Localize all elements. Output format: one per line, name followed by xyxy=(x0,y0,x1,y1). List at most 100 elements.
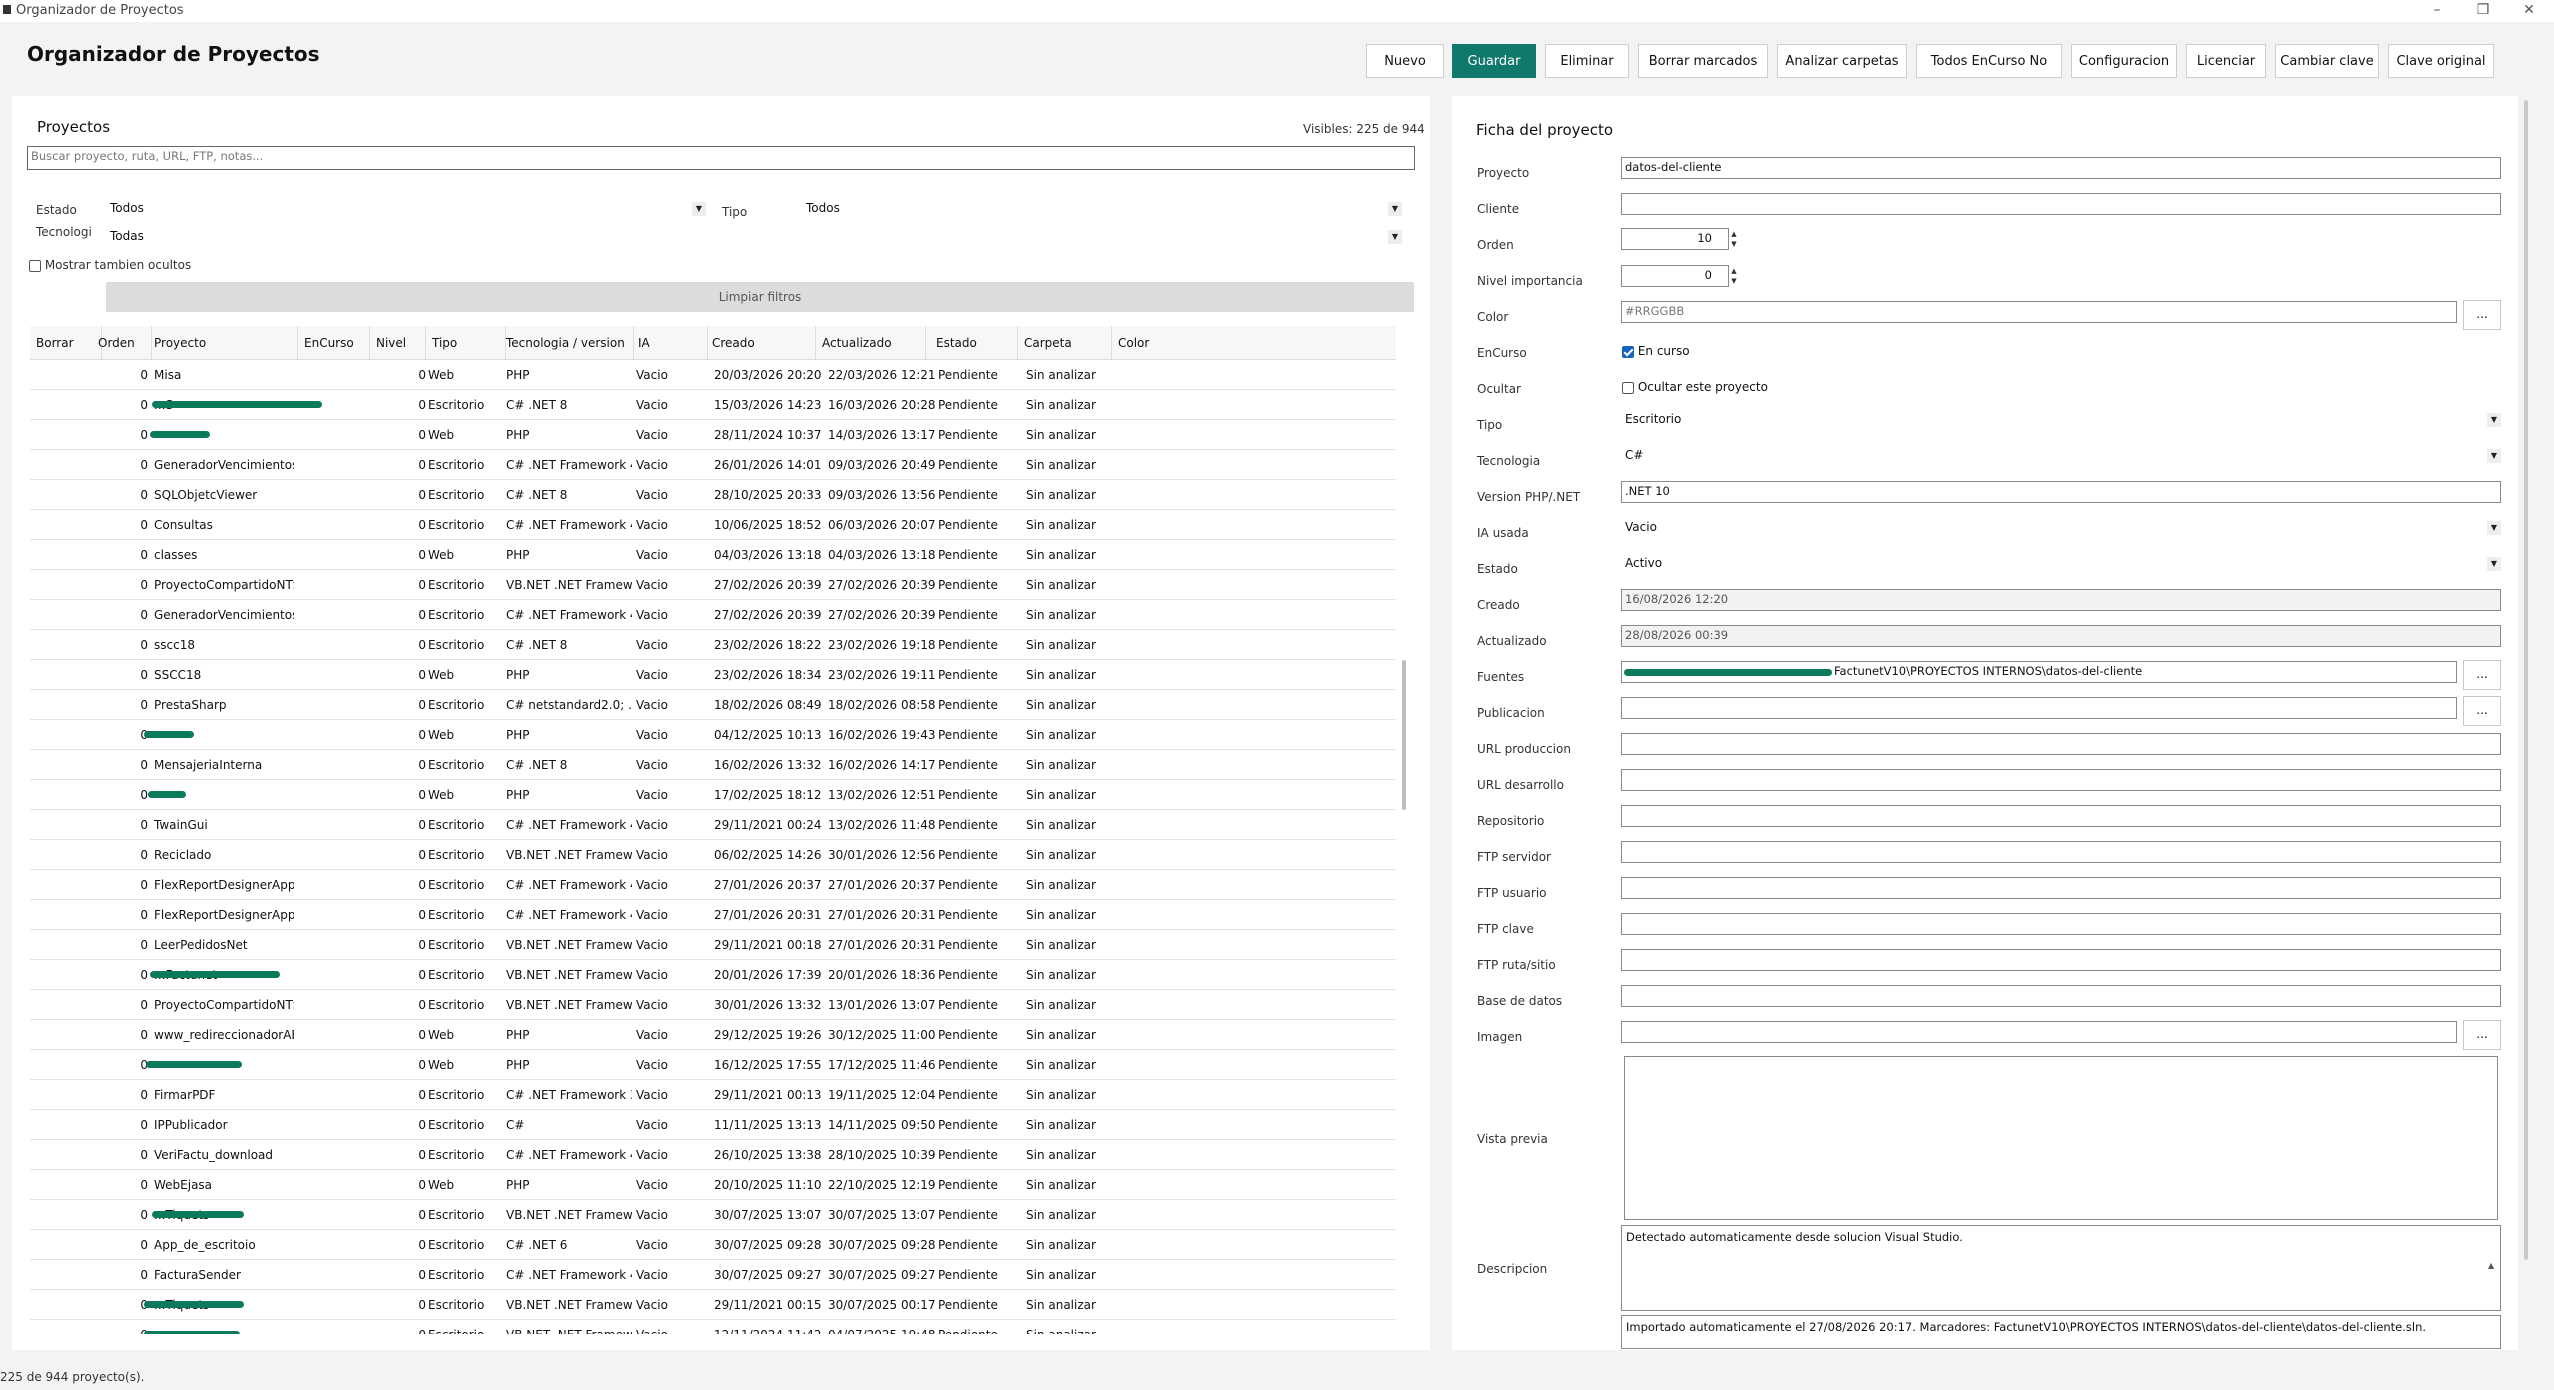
close-button[interactable]: ✕ xyxy=(2506,0,2552,22)
borrar-marcados-button[interactable]: Borrar marcados xyxy=(1638,44,1768,78)
analizar-carpetas-button[interactable]: Analizar carpetas xyxy=(1777,44,1907,78)
stepper-arrows-icon[interactable]: ▲ ▼ xyxy=(1728,229,1740,249)
table-row[interactable]: 0...Tiquets0EscritorioVB.NET .NET Framew… xyxy=(30,1290,1396,1320)
table-row[interactable]: 0 0 Web PHP Vacio 17/02/2025 18:12 13/02/2026 … xyxy=(30,780,1396,810)
table-row[interactable]: 00EscritorioVB.NET .NET Framew...Vacio12… xyxy=(30,1320,1396,1334)
table-row[interactable]: 0 classes 0 Web PHP Vacio 04/03/2026 13:18 04/0… xyxy=(30,540,1396,570)
url-produccion-field[interactable] xyxy=(1621,733,2501,755)
grid-scrollbar[interactable] xyxy=(1402,660,1406,810)
col-orden[interactable]: Orden xyxy=(92,326,152,360)
table-row[interactable]: 0 GeneradorVencimientos 0 Escritorio C# .NET… xyxy=(30,450,1396,480)
tecnologia-filter-select[interactable]: Todas ▼ xyxy=(106,226,1402,248)
publicacion-browse-button[interactable]: ... xyxy=(2463,696,2501,726)
table-row[interactable]: 0 Reciclado 0 Escritorio VB.NET .NET Framew.… xyxy=(30,840,1396,870)
col-actualizado[interactable]: Actualizado xyxy=(816,326,926,360)
cell-nivel: 0 xyxy=(418,458,426,472)
table-row[interactable]: 0 IPPublicador 0 Escritorio C# Vacio 11/11/202… xyxy=(30,1110,1396,1140)
ftp-ruta-field[interactable] xyxy=(1621,949,2501,971)
todos-encurso-no-button[interactable]: Todos EnCurso No xyxy=(1916,44,2062,78)
table-row[interactable]: 0 PrestaSharp 0 Escritorio C# netstandard2.0… xyxy=(30,690,1396,720)
descripcion-textarea[interactable]: Detectado automaticamente desde solucion… xyxy=(1621,1225,2501,1311)
table-row[interactable]: 0 LeerPedidosNet 0 Escritorio VB.NET .NET Fr… xyxy=(30,930,1396,960)
col-carpeta[interactable]: Carpeta xyxy=(1018,326,1112,360)
table-row[interactable]: 0 MensajeriaInterna 0 Escritorio C# .NET 8 Va… xyxy=(30,750,1396,780)
search-input[interactable]: Buscar proyecto, ruta, URL, FTP, notas..… xyxy=(27,146,1415,170)
col-ia[interactable]: IA xyxy=(632,326,708,360)
encurso-checkbox[interactable]: En curso xyxy=(1622,344,1690,358)
cell-creado: 15/03/2026 14:23 xyxy=(714,398,822,412)
color-field[interactable]: #RRGGBB xyxy=(1621,301,2457,323)
table-row[interactable]: 0Consultas0EscritorioC# .NET Framework 4… xyxy=(30,510,1396,540)
nivel-stepper[interactable]: 0 xyxy=(1621,265,1729,287)
guardar-button[interactable]: Guardar xyxy=(1452,44,1536,78)
cambiar-clave-button[interactable]: Cambiar clave xyxy=(2275,44,2379,78)
col-encurso[interactable]: EnCurso xyxy=(298,326,370,360)
table-row[interactable]: 0 FlexReportDesignerApp 0 Escritorio C# .NET… xyxy=(30,870,1396,900)
table-row[interactable]: 0 sscc18 0 Escritorio C# .NET 8 Vacio 23/02/20… xyxy=(30,630,1396,660)
eliminar-button[interactable]: Eliminar xyxy=(1545,44,1629,78)
textarea-scroll-icon[interactable]: ▲ xyxy=(2488,1228,2498,1304)
notas-textarea[interactable]: Importado automaticamente el 27/08/2026 … xyxy=(1621,1315,2501,1349)
table-row[interactable]: 0www_redireccionadorAEAT0WebPHPVacio29/1… xyxy=(30,1020,1396,1050)
imagen-field[interactable] xyxy=(1621,1021,2457,1043)
table-row[interactable]: 0 Misa 0 Web PHP Vacio 20/03/2026 20:20 22/03/2… xyxy=(30,360,1396,390)
ftp-usuario-field[interactable] xyxy=(1621,877,2501,899)
col-proyecto[interactable]: Proyecto xyxy=(148,326,298,360)
col-color[interactable]: Color xyxy=(1112,326,1396,360)
tipo-select[interactable]: Escritorio ▼ xyxy=(1621,409,2501,431)
licenciar-button[interactable]: Licenciar xyxy=(2186,44,2266,78)
cliente-field[interactable] xyxy=(1621,193,2501,215)
clave-original-button[interactable]: Clave original xyxy=(2388,44,2494,78)
ftp-servidor-field[interactable] xyxy=(1621,841,2501,863)
estado-select[interactable]: Activo ▼ xyxy=(1621,553,2501,575)
limpiar-filtros-button[interactable]: Limpiar filtros xyxy=(106,282,1414,312)
table-row[interactable]: 0 FacturaSender 0 Escritorio C# .NET Framewo… xyxy=(30,1260,1396,1290)
nuevo-button[interactable]: Nuevo xyxy=(1366,44,1444,78)
repositorio-field[interactable] xyxy=(1621,805,2501,827)
table-row[interactable]: 0 GeneradorVencimientos 0 Escritorio C# .NET… xyxy=(30,600,1396,630)
orden-stepper[interactable]: 10 xyxy=(1621,228,1729,250)
table-row[interactable]: 0 SSCC18 0 Web PHP Vacio 23/02/2026 18:34 23/02… xyxy=(30,660,1396,690)
fuentes-browse-button[interactable]: ... xyxy=(2463,660,2501,690)
table-row[interactable]: 0TwainGui0EscritorioC# .NET Framework 4.… xyxy=(30,810,1396,840)
ftp-servidor-label: FTP servidor xyxy=(1477,850,1551,864)
url-desarrollo-field[interactable] xyxy=(1621,769,2501,791)
color-picker-button[interactable]: ... xyxy=(2463,300,2501,330)
ocultar-checkbox[interactable]: Ocultar este proyecto xyxy=(1622,380,1768,394)
table-row[interactable]: 0FirmarPDF0EscritorioC# .NET Framework 3… xyxy=(30,1080,1396,1110)
col-estado[interactable]: Estado xyxy=(930,326,1018,360)
base-datos-field[interactable] xyxy=(1621,985,2501,1007)
ftp-clave-field[interactable] xyxy=(1621,913,2501,935)
stepper-arrows-icon[interactable]: ▲ ▼ xyxy=(1728,266,1740,286)
table-row[interactable]: 0...S0EscritorioC# .NET 8Vacio15/03/2026… xyxy=(30,390,1396,420)
col-tipo[interactable]: Tipo xyxy=(426,326,506,360)
table-row[interactable]: 0 0 Web PHP Vacio 16/12/2025 17:55 17/12/2025 … xyxy=(30,1050,1396,1080)
col-tecnologia[interactable]: Tecnologia / version xyxy=(500,326,634,360)
publicacion-field[interactable] xyxy=(1621,697,2457,719)
table-row[interactable]: 0 0 Web PHP Vacio 28/11/2024 10:37 14/03/2026 … xyxy=(30,420,1396,450)
version-field[interactable]: .NET 10 xyxy=(1621,481,2501,503)
col-nivel[interactable]: Nivel xyxy=(370,326,426,360)
table-row[interactable]: 0 App_de_escritoio 0 Escritorio C# .NET 6 Vac… xyxy=(30,1230,1396,1260)
table-row[interactable]: 0 VeriFactu_download 0 Escritorio C# .NET Fr… xyxy=(30,1140,1396,1170)
mostrar-ocultos-checkbox[interactable]: Mostrar tambien ocultos xyxy=(29,258,191,272)
table-row[interactable]: 0...Factunet0EscritorioVB.NET .NET Frame… xyxy=(30,960,1396,990)
tecnologia-select[interactable]: C# ▼ xyxy=(1621,445,2501,467)
tipo-filter-select[interactable]: Todos ▼ xyxy=(802,198,1402,220)
table-row[interactable]: 0 FlexReportDesignerApp 0 Escritorio C# .NET… xyxy=(30,900,1396,930)
ficha-scrollbar[interactable] xyxy=(2524,100,2528,1260)
table-row[interactable]: 0 ProyectoCompartidoNTS 0 Escritorio VB.NET … xyxy=(30,570,1396,600)
estado-filter-select[interactable]: Todos ▼ xyxy=(106,198,706,220)
col-creado[interactable]: Creado xyxy=(706,326,816,360)
configuracion-button[interactable]: Configuracion xyxy=(2071,44,2177,78)
table-row[interactable]: 0 SQLObjetcViewer 0 Escritorio C# .NET 8 Vaci… xyxy=(30,480,1396,510)
table-row[interactable]: 00WebPHPVacio04/12/2025 10:1316/02/2026 … xyxy=(30,720,1396,750)
imagen-browse-button[interactable]: ... xyxy=(2463,1020,2501,1050)
table-row[interactable]: 0 WebEjasa 0 Web PHP Vacio 20/10/2025 11:10 22/… xyxy=(30,1170,1396,1200)
table-row[interactable]: 0...Tiquets0EscritorioVB.NET .NET Framew… xyxy=(30,1200,1396,1230)
table-row[interactable]: 0 ProyectoCompartidoNTS 0 Escritorio VB.NET … xyxy=(30,990,1396,1020)
ia-select[interactable]: Vacio ▼ xyxy=(1621,517,2501,539)
maximize-button[interactable]: ❐ xyxy=(2460,0,2506,22)
minimize-button[interactable]: – xyxy=(2414,0,2460,22)
proyecto-field[interactable]: datos-del-cliente xyxy=(1621,157,2501,179)
